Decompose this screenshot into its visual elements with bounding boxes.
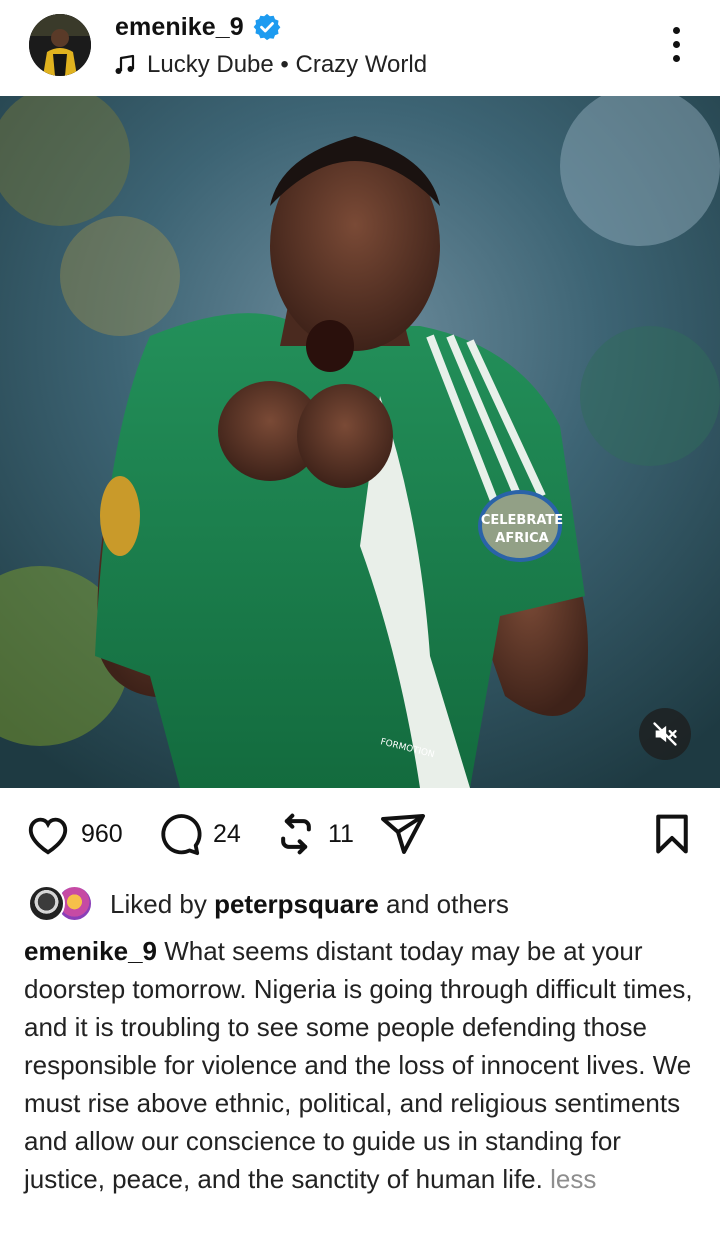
- share-icon: [381, 814, 425, 854]
- music-separator: •: [280, 51, 289, 78]
- action-bar: 960 24 11: [0, 788, 720, 878]
- post-caption: emenike_9 What seems distant today may b…: [24, 932, 700, 1198]
- liker-avatar: [28, 885, 65, 922]
- comment-count: 24: [213, 819, 241, 848]
- liked-by-suffix: and others: [386, 888, 509, 919]
- verified-badge-icon: [253, 13, 281, 41]
- music-track: Crazy World: [295, 51, 428, 78]
- caption-less-button[interactable]: less: [550, 1164, 596, 1194]
- liker-avatars: [28, 885, 98, 923]
- heart-icon: [28, 817, 68, 855]
- bookmark-button[interactable]: [650, 812, 694, 856]
- username[interactable]: emenike_9: [115, 13, 244, 42]
- mute-icon[interactable]: [639, 708, 691, 760]
- music-note-icon: [115, 54, 135, 74]
- music-artist: Lucky Dube: [147, 51, 274, 78]
- more-options-icon[interactable]: [660, 22, 692, 66]
- music-row[interactable]: Lucky Dube • Crazy World: [113, 49, 427, 81]
- user-avatar[interactable]: [29, 14, 91, 76]
- username-row: emenike_9: [115, 10, 282, 44]
- repost-icon: [281, 813, 311, 855]
- like-button[interactable]: 960: [25, 812, 123, 856]
- repost-count: 11: [328, 819, 354, 848]
- caption-username[interactable]: emenike_9: [24, 936, 157, 966]
- share-button[interactable]: [379, 812, 427, 856]
- liked-by-row[interactable]: Liked by peterpsquare and others: [28, 884, 509, 924]
- post-header: emenike_9 Lucky Dube • Crazy World: [0, 0, 720, 96]
- liked-by-user[interactable]: peterpsquare: [214, 889, 379, 919]
- liked-by-text: Liked by peterpsquare and others: [110, 889, 509, 920]
- repost-button[interactable]: 11: [274, 812, 354, 856]
- badge-text-2: AFRICA: [495, 531, 548, 546]
- music-label: Lucky Dube • Crazy World: [147, 51, 427, 79]
- post-media[interactable]: CELEBRATE AFRICA FORMOTION: [0, 96, 720, 788]
- badge-text-1: CELEBRATE: [481, 513, 563, 528]
- comment-icon: [161, 814, 202, 856]
- comment-button[interactable]: 24: [157, 812, 241, 856]
- like-count: 960: [81, 819, 123, 848]
- bookmark-icon: [656, 814, 688, 854]
- liked-by-prefix: Liked by: [110, 888, 207, 919]
- caption-text: What seems distant today may be at your …: [24, 936, 693, 1194]
- post-photo: CELEBRATE AFRICA FORMOTION: [0, 96, 720, 788]
